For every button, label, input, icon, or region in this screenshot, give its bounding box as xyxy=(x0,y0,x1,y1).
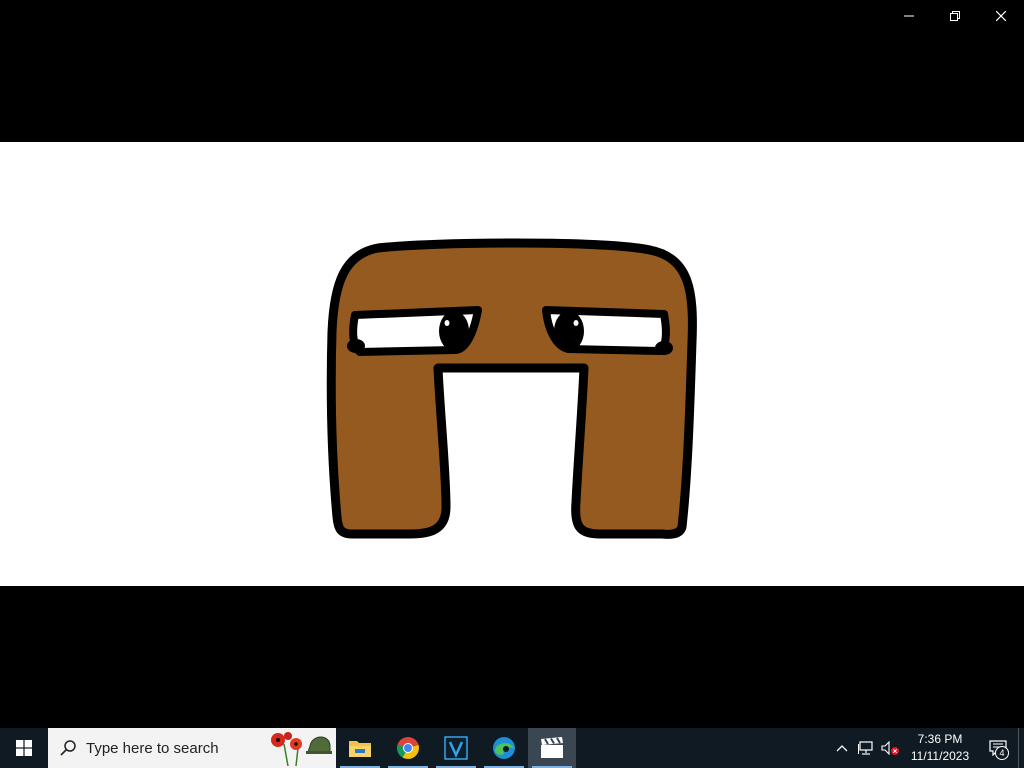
restore-icon xyxy=(950,11,960,21)
network-button[interactable] xyxy=(854,728,878,768)
edge-icon xyxy=(493,737,515,759)
taskbar: Type here to search 7:36 PM 11/11/2023 4 xyxy=(0,728,1024,768)
clock-date: 11/11/2023 xyxy=(910,749,970,763)
search-icon xyxy=(60,740,76,756)
folder-icon xyxy=(349,741,371,757)
close-button[interactable] xyxy=(978,0,1024,32)
volume-muted-icon xyxy=(881,741,899,755)
right-eye xyxy=(542,306,673,355)
restore-button[interactable] xyxy=(932,0,978,32)
search-placeholder: Type here to search xyxy=(86,739,219,757)
windows-logo-icon xyxy=(16,740,32,756)
left-eye xyxy=(347,306,482,356)
window-controls xyxy=(886,0,1024,32)
minimize-button[interactable] xyxy=(886,0,932,32)
minimize-icon xyxy=(904,15,914,17)
search-box[interactable]: Type here to search xyxy=(48,728,336,768)
v-app-icon xyxy=(444,736,468,760)
clock-time: 7:36 PM xyxy=(917,732,963,746)
chrome-icon xyxy=(397,737,419,759)
taskbar-edge[interactable] xyxy=(480,728,528,768)
character-body xyxy=(326,238,697,539)
notification-count-badge: 4 xyxy=(995,746,1009,760)
start-button[interactable] xyxy=(0,728,48,768)
taskbar-v-app[interactable] xyxy=(432,728,480,768)
taskbar-video-editor[interactable] xyxy=(528,728,576,768)
close-icon xyxy=(996,11,1006,21)
taskbar-chrome[interactable] xyxy=(384,728,432,768)
show-desktop-button[interactable] xyxy=(1018,728,1024,768)
volume-button[interactable] xyxy=(878,728,902,768)
system-tray: 7:36 PM 11/11/2023 4 xyxy=(830,728,1024,768)
network-icon xyxy=(858,741,873,755)
clapperboard-icon xyxy=(541,737,563,758)
video-frame[interactable] xyxy=(0,142,1024,586)
character-illustration xyxy=(326,238,697,539)
show-hidden-icons-button[interactable] xyxy=(830,728,854,768)
poppy-helmet-icon xyxy=(271,732,332,766)
clock[interactable]: 7:36 PM 11/11/2023 xyxy=(902,731,978,765)
chevron-up-icon xyxy=(836,745,848,752)
taskbar-file-explorer[interactable] xyxy=(336,728,384,768)
notification-center-button[interactable]: 4 xyxy=(978,728,1018,768)
